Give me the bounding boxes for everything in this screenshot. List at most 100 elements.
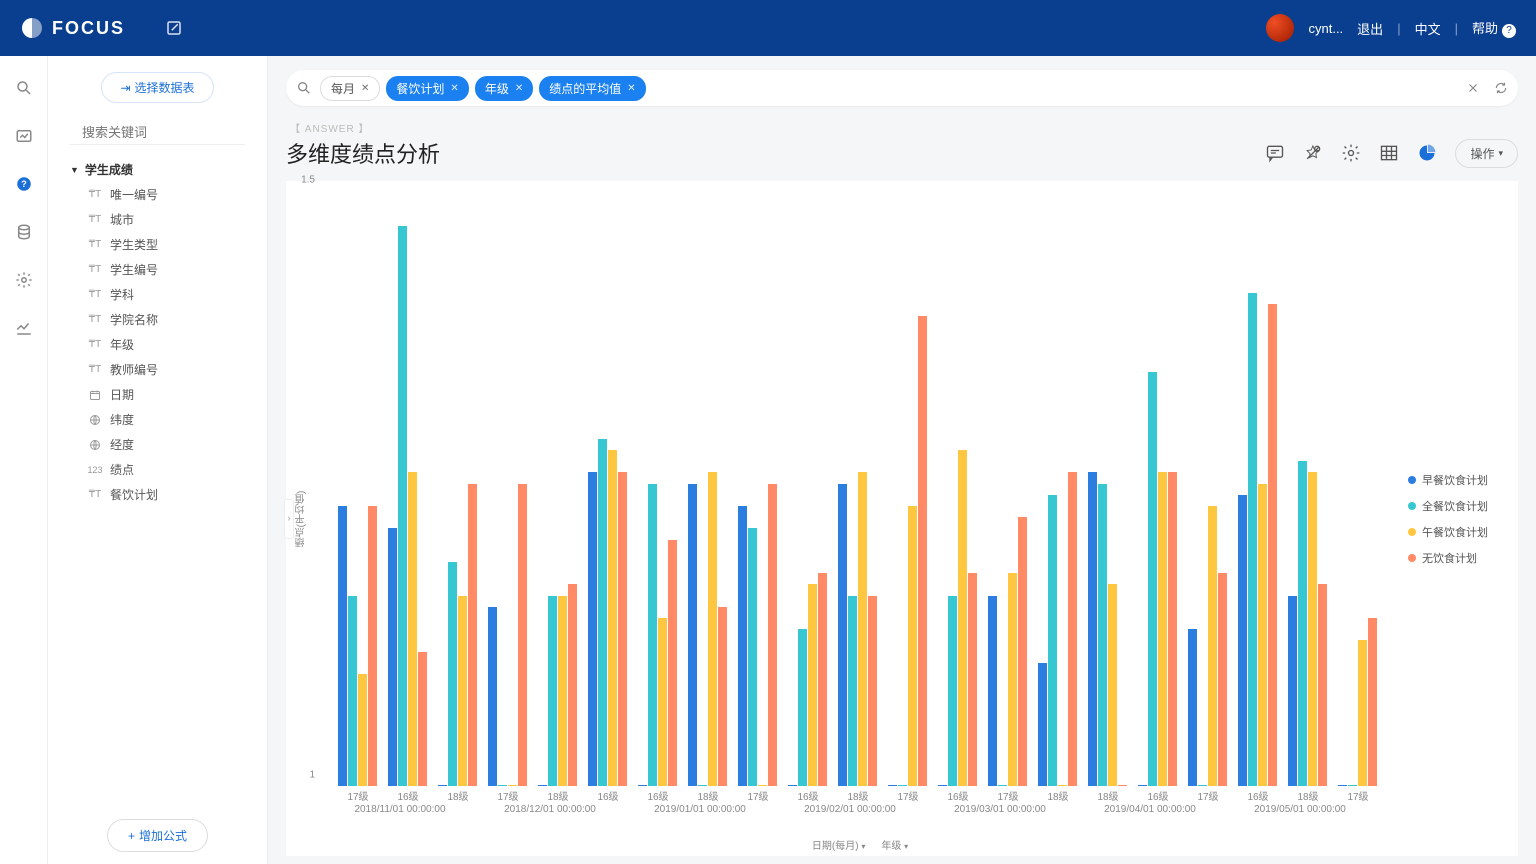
add-formula-button[interactable]: +增加公式 bbox=[107, 819, 208, 852]
bar[interactable] bbox=[1158, 472, 1167, 786]
bar[interactable] bbox=[1218, 573, 1227, 786]
bar[interactable] bbox=[608, 450, 617, 786]
bar[interactable] bbox=[958, 450, 967, 786]
bar[interactable] bbox=[418, 652, 427, 786]
bar[interactable] bbox=[1298, 461, 1307, 786]
tag-remove-icon[interactable]: ✕ bbox=[515, 83, 523, 94]
bar[interactable] bbox=[1018, 517, 1027, 786]
bar[interactable] bbox=[368, 506, 377, 786]
field-10[interactable]: 经度 bbox=[70, 432, 245, 457]
keyword-search[interactable] bbox=[70, 121, 245, 145]
bar[interactable] bbox=[1288, 596, 1297, 786]
bar[interactable] bbox=[448, 562, 457, 786]
bar[interactable] bbox=[1108, 584, 1117, 786]
bar[interactable] bbox=[768, 484, 777, 786]
bar[interactable] bbox=[1038, 663, 1047, 786]
bar[interactable] bbox=[648, 484, 657, 786]
bar[interactable] bbox=[718, 607, 727, 786]
bar[interactable] bbox=[1238, 495, 1247, 786]
bar[interactable] bbox=[838, 484, 847, 786]
bar[interactable] bbox=[688, 484, 697, 786]
keyword-input[interactable] bbox=[82, 125, 258, 140]
bar-group[interactable] bbox=[488, 484, 527, 786]
bar-group[interactable] bbox=[388, 226, 427, 786]
field-2[interactable]: ₸T学生类型 bbox=[70, 232, 245, 257]
bar[interactable] bbox=[388, 528, 397, 786]
bar[interactable] bbox=[1268, 304, 1277, 786]
x-dim-grade[interactable]: 年级 ▾ bbox=[881, 837, 908, 852]
tree-root[interactable]: ▼学生成绩 bbox=[70, 157, 245, 182]
bar[interactable] bbox=[1008, 573, 1017, 786]
bar[interactable] bbox=[798, 629, 807, 786]
operate-button[interactable]: 操作▾ bbox=[1455, 139, 1518, 168]
bar[interactable] bbox=[488, 607, 497, 786]
tag-remove-icon[interactable]: ✕ bbox=[450, 83, 458, 94]
tag-remove-icon[interactable]: ✕ bbox=[361, 83, 369, 94]
field-1[interactable]: ₸T城市 bbox=[70, 207, 245, 232]
rail-database-icon[interactable] bbox=[14, 222, 34, 242]
bar[interactable] bbox=[1208, 506, 1217, 786]
bar[interactable] bbox=[658, 618, 667, 786]
bar[interactable] bbox=[668, 540, 677, 786]
chart-plot[interactable] bbox=[330, 191, 1390, 786]
bar[interactable] bbox=[918, 316, 927, 786]
bar[interactable] bbox=[1318, 584, 1327, 786]
bar-group[interactable] bbox=[1188, 506, 1227, 786]
bar-group[interactable] bbox=[438, 484, 477, 786]
field-6[interactable]: ₸T年级 bbox=[70, 332, 245, 357]
bar-group[interactable] bbox=[1238, 293, 1277, 786]
field-12[interactable]: ₸T餐饮计划 bbox=[70, 482, 245, 507]
field-0[interactable]: ₸T唯一编号 bbox=[70, 182, 245, 207]
bar-group[interactable] bbox=[588, 439, 627, 786]
rail-dashboard-icon[interactable] bbox=[14, 126, 34, 146]
x-dim-date[interactable]: 日期(每月) ▾ bbox=[812, 837, 865, 852]
bar[interactable] bbox=[948, 596, 957, 786]
bar-group[interactable] bbox=[638, 484, 677, 786]
field-4[interactable]: ₸T学科 bbox=[70, 282, 245, 307]
bar[interactable] bbox=[1098, 484, 1107, 786]
bar[interactable] bbox=[1258, 484, 1267, 786]
lang-link[interactable]: 中文 bbox=[1415, 19, 1441, 38]
bar[interactable] bbox=[398, 226, 407, 786]
bar-group[interactable] bbox=[1088, 472, 1127, 786]
bar[interactable] bbox=[1088, 472, 1097, 786]
legend-item-3[interactable]: 无饮食计划 bbox=[1408, 550, 1508, 566]
bar[interactable] bbox=[848, 596, 857, 786]
rail-trend-icon[interactable] bbox=[14, 318, 34, 338]
bar[interactable] bbox=[1308, 472, 1317, 786]
field-3[interactable]: ₸T学生编号 bbox=[70, 257, 245, 282]
query-search-icon[interactable] bbox=[296, 80, 312, 96]
comment-icon[interactable] bbox=[1265, 143, 1285, 163]
bar-group[interactable] bbox=[538, 584, 577, 786]
bar[interactable] bbox=[1188, 629, 1197, 786]
avatar[interactable] bbox=[1266, 14, 1294, 42]
bar[interactable] bbox=[458, 596, 467, 786]
gear-icon[interactable] bbox=[1341, 143, 1361, 163]
legend-item-2[interactable]: 午餐饮食计划 bbox=[1408, 524, 1508, 540]
bar-group[interactable] bbox=[1038, 472, 1077, 786]
bar[interactable] bbox=[338, 506, 347, 786]
field-11[interactable]: 123绩点 bbox=[70, 457, 245, 482]
bar[interactable] bbox=[588, 472, 597, 786]
field-5[interactable]: ₸T学院名称 bbox=[70, 307, 245, 332]
rail-settings-icon[interactable] bbox=[14, 270, 34, 290]
clear-icon[interactable] bbox=[1466, 81, 1480, 95]
bar[interactable] bbox=[968, 573, 977, 786]
bar-group[interactable] bbox=[1138, 372, 1177, 786]
bar[interactable] bbox=[988, 596, 997, 786]
legend-item-0[interactable]: 早餐饮食计划 bbox=[1408, 472, 1508, 488]
bar[interactable] bbox=[598, 439, 607, 786]
query-tag-0[interactable]: 每月✕ bbox=[320, 76, 380, 101]
bar[interactable] bbox=[358, 674, 367, 786]
bar-group[interactable] bbox=[788, 573, 827, 786]
bar[interactable] bbox=[568, 584, 577, 786]
bar[interactable] bbox=[468, 484, 477, 786]
pin-icon[interactable] bbox=[1303, 143, 1323, 163]
field-8[interactable]: 日期 bbox=[70, 382, 245, 407]
bar[interactable] bbox=[558, 596, 567, 786]
query-tag-1[interactable]: 餐饮计划✕ bbox=[386, 76, 468, 101]
bar[interactable] bbox=[1358, 640, 1367, 786]
logout-link[interactable]: 退出 bbox=[1357, 19, 1383, 38]
bar-group[interactable] bbox=[1288, 461, 1327, 786]
query-tag-2[interactable]: 年级✕ bbox=[475, 76, 533, 101]
